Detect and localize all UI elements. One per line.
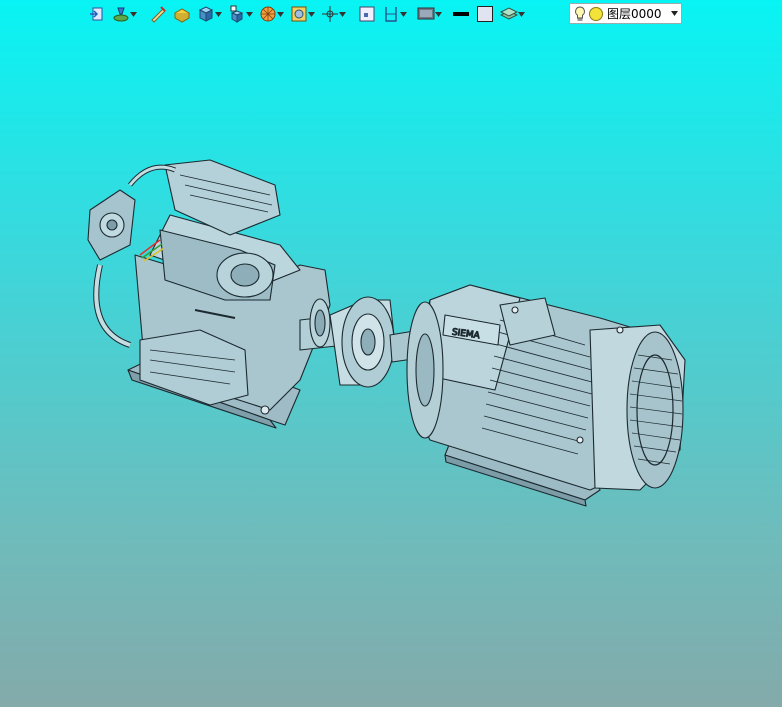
box-select-icon [173, 8, 191, 23]
fill-color-icon [477, 6, 493, 22]
chevron-down-icon [400, 5, 407, 23]
exit-sketch-icon [90, 7, 103, 21]
layer-props-icon [500, 7, 518, 20]
axis-triad-icon [322, 6, 338, 22]
coupling-assembly [299, 296, 421, 388]
zoom-area-icon [385, 7, 397, 22]
lightbulb-icon [575, 5, 585, 21]
compressor-assembly [87, 159, 331, 429]
chevron-down-icon [246, 5, 253, 23]
fit-all-icon [359, 6, 375, 22]
layer-color-icon [589, 6, 603, 21]
view-orient-icon [230, 5, 244, 23]
chevron-down-icon [435, 5, 442, 23]
display-style-button[interactable] [195, 3, 224, 25]
fit-all-button[interactable] [356, 3, 378, 25]
filter-button[interactable] [110, 3, 139, 25]
render-style-icon [260, 6, 276, 22]
chevron-down-icon [667, 11, 681, 16]
measure-button[interactable] [147, 3, 169, 25]
line-color-icon [453, 12, 469, 16]
view-toolbar [86, 2, 527, 26]
fill-color-button[interactable] [474, 3, 496, 25]
chevron-down-icon [130, 5, 137, 23]
measure-icon [151, 6, 166, 23]
box-select-button[interactable] [171, 3, 193, 25]
section-view-icon [291, 6, 307, 22]
view-orientation-button[interactable] [226, 3, 255, 25]
monitor-button[interactable] [415, 3, 444, 25]
chevron-down-icon [339, 5, 346, 23]
3d-viewport[interactable]: SIEMA [0, 28, 782, 707]
cube-display-icon [198, 6, 214, 22]
chevron-down-icon [518, 5, 525, 23]
chevron-down-icon [215, 5, 222, 23]
3d-model: SIEMA [87, 159, 686, 507]
monitor-icon [417, 7, 435, 20]
line-color-button[interactable] [450, 3, 472, 25]
layer-properties-button[interactable] [498, 3, 527, 25]
axis-triad-button[interactable] [319, 3, 348, 25]
zoom-area-button[interactable] [380, 3, 409, 25]
section-view-button[interactable] [288, 3, 317, 25]
exit-button[interactable] [86, 3, 108, 25]
motor-assembly: SIEMA [406, 284, 686, 507]
render-style-button[interactable] [257, 3, 286, 25]
layer-dropdown[interactable]: 图层0000 [569, 3, 682, 24]
chevron-down-icon [308, 5, 315, 23]
chevron-down-icon [277, 5, 284, 23]
filter-icon [113, 7, 129, 22]
layer-name: 图层0000 [607, 7, 662, 21]
